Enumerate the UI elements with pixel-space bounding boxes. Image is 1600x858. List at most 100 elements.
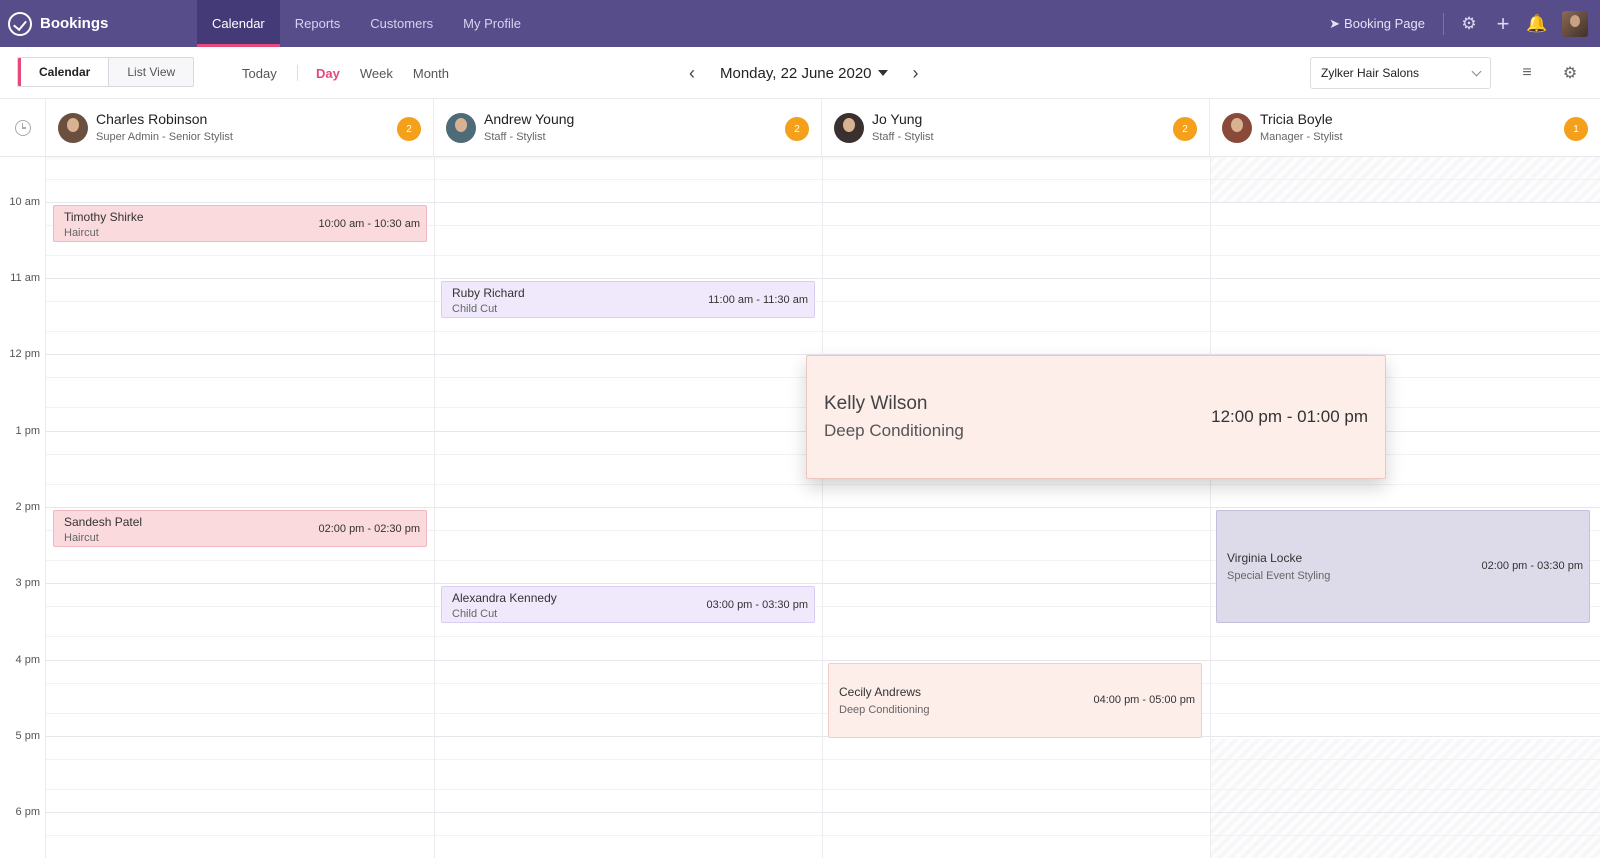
staff-name: Charles Robinson <box>96 111 208 127</box>
appointment-time: 11:00 am - 11:30 am <box>708 294 808 306</box>
staff-role: Manager - Stylist <box>1260 131 1343 143</box>
nav-right: ➤ Booking Page ⚙ + 🔔 <box>1329 0 1588 47</box>
nav-customers[interactable]: Customers <box>355 0 448 47</box>
chevron-down-icon <box>1471 66 1482 76</box>
staff-header-andrew-young[interactable]: Andrew Young Staff - Stylist 2 <box>434 99 822 157</box>
list-sort-icon[interactable]: ≡ <box>1512 57 1542 89</box>
appointment-service: Haircut <box>64 532 99 544</box>
day-grid: 10 am 11 am 12 pm 1 pm 2 pm 3 pm 4 pm 5 … <box>0 157 1600 858</box>
booking-page-label: Booking Page <box>1344 16 1425 31</box>
time-label: 1 pm <box>15 425 40 437</box>
staff-avatar <box>58 113 88 143</box>
time-label: 12 pm <box>9 348 40 360</box>
plus-icon[interactable]: + <box>1486 0 1520 47</box>
staff-role: Staff - Stylist <box>484 131 546 143</box>
booking-page-link[interactable]: ➤ Booking Page <box>1329 12 1444 35</box>
prev-day-chevron-icon[interactable]: ‹ <box>680 58 704 88</box>
top-nav: Bookings Calendar Reports Customers My P… <box>0 0 1600 47</box>
appointment-time: 02:00 pm - 03:30 pm <box>1481 560 1583 572</box>
tab-week[interactable]: Week <box>360 66 393 81</box>
appointment-service: Deep Conditioning <box>839 704 930 716</box>
appointment-service: Special Event Styling <box>1227 570 1331 582</box>
time-label: 3 pm <box>15 577 40 589</box>
appointment-customer: Timothy Shirke <box>64 210 144 224</box>
appointment-customer: Alexandra Kennedy <box>452 591 557 605</box>
brand[interactable]: Bookings <box>8 0 108 47</box>
appointment-timothy-shirke[interactable]: Timothy Shirke Haircut 10:00 am - 10:30 … <box>53 205 427 242</box>
appointment-customer: Cecily Andrews <box>839 685 922 699</box>
appointment-popup-kelly-wilson[interactable]: Kelly Wilson Deep Conditioning 12:00 pm … <box>806 355 1386 479</box>
bookings-logo-icon <box>8 11 32 36</box>
app-name: Bookings <box>40 15 109 32</box>
tab-month[interactable]: Month <box>413 66 449 81</box>
staff-avatar <box>834 113 864 143</box>
popup-customer: Kelly Wilson <box>824 393 928 414</box>
staff-role: Super Admin - Senior Stylist <box>96 131 233 143</box>
appointment-count-badge: 2 <box>785 117 809 141</box>
nav-calendar[interactable]: Calendar <box>197 0 280 47</box>
appointment-customer: Virginia Locke <box>1227 551 1303 565</box>
unavailable-slot <box>1211 739 1600 858</box>
appointment-sandesh-patel[interactable]: Sandesh Patel Haircut 02:00 pm - 02:30 p… <box>53 510 427 547</box>
calendar-settings-gear-icon[interactable]: ⚙ <box>1555 57 1585 89</box>
list-view-button[interactable]: List View <box>108 58 194 86</box>
time-column-header <box>0 99 46 157</box>
time-label: 5 pm <box>15 730 40 742</box>
appointment-count-badge: 2 <box>397 117 421 141</box>
appointment-ruby-richard[interactable]: Ruby Richard Child Cut 11:00 am - 11:30 … <box>441 281 815 318</box>
staff-header-row: Charles Robinson Super Admin - Senior St… <box>0 99 1600 157</box>
view-toggle: Calendar List View <box>17 57 195 87</box>
time-label: 10 am <box>9 196 40 208</box>
staff-avatar <box>446 113 476 143</box>
today-button[interactable]: Today <box>242 47 277 99</box>
appointment-service: Child Cut <box>452 608 498 620</box>
tab-day[interactable]: Day <box>316 66 340 81</box>
date-picker[interactable]: Monday, 22 June 2020 <box>720 65 888 82</box>
caret-down-icon <box>877 70 888 76</box>
appointment-service: Haircut <box>64 227 99 239</box>
popup-time: 12:00 pm - 01:00 pm <box>1211 407 1368 426</box>
date-navigator: ‹ Monday, 22 June 2020 › <box>680 47 928 99</box>
appointment-time: 02:00 pm - 02:30 pm <box>318 523 420 535</box>
time-column: 10 am 11 am 12 pm 1 pm 2 pm 3 pm 4 pm 5 … <box>0 157 46 858</box>
popup-service: Deep Conditioning <box>824 421 964 440</box>
clock-icon <box>14 120 31 136</box>
appointment-virginia-locke[interactable]: Virginia Locke Special Event Styling 02:… <box>1216 510 1590 623</box>
time-label: 11 am <box>10 272 40 284</box>
appointment-time: 04:00 pm - 05:00 pm <box>1093 694 1195 706</box>
staff-avatar <box>1222 113 1252 143</box>
time-label: 2 pm <box>15 501 40 513</box>
staff-name: Tricia Boyle <box>1260 111 1333 127</box>
appointment-time: 03:00 pm - 03:30 pm <box>706 599 808 611</box>
staff-header-jo-yung[interactable]: Jo Yung Staff - Stylist 2 <box>822 99 1210 157</box>
nav-reports[interactable]: Reports <box>280 0 356 47</box>
gear-icon[interactable]: ⚙ <box>1452 0 1486 47</box>
staff-header-tricia-boyle[interactable]: Tricia Boyle Manager - Stylist 1 <box>1210 99 1600 157</box>
calendar-toolbar: Calendar List View Today Day Week Month … <box>0 47 1600 99</box>
time-label: 6 pm <box>15 806 40 818</box>
staff-role: Staff - Stylist <box>872 131 934 143</box>
calendar-view-button[interactable]: Calendar <box>18 58 109 86</box>
toolbar-divider <box>297 65 298 81</box>
staff-name: Andrew Young <box>484 111 575 127</box>
appointment-time: 10:00 am - 10:30 am <box>318 218 420 230</box>
appointment-alexandra-kennedy[interactable]: Alexandra Kennedy Child Cut 03:00 pm - 0… <box>441 586 815 623</box>
nav-links: Calendar Reports Customers My Profile <box>197 0 536 47</box>
appointment-customer: Sandesh Patel <box>64 515 143 529</box>
location-select[interactable]: Zylker Hair Salons <box>1310 57 1491 89</box>
cursor-icon: ➤ <box>1329 15 1341 31</box>
time-label: 4 pm <box>15 654 40 666</box>
location-select-value: Zylker Hair Salons <box>1321 66 1420 80</box>
appointment-count-badge: 2 <box>1173 117 1197 141</box>
appointment-service: Child Cut <box>452 303 498 315</box>
appointment-customer: Ruby Richard <box>452 286 525 300</box>
nav-my-profile[interactable]: My Profile <box>448 0 536 47</box>
next-day-chevron-icon[interactable]: › <box>904 58 928 88</box>
user-avatar[interactable] <box>1562 10 1588 37</box>
appointment-count-badge: 1 <box>1564 117 1588 141</box>
staff-header-charles-robinson[interactable]: Charles Robinson Super Admin - Senior St… <box>46 99 434 157</box>
staff-name: Jo Yung <box>872 111 923 127</box>
appointment-cecily-andrews[interactable]: Cecily Andrews Deep Conditioning 04:00 p… <box>828 663 1202 738</box>
range-tabs: Day Week Month <box>316 47 449 99</box>
bell-icon[interactable]: 🔔 <box>1520 0 1554 47</box>
